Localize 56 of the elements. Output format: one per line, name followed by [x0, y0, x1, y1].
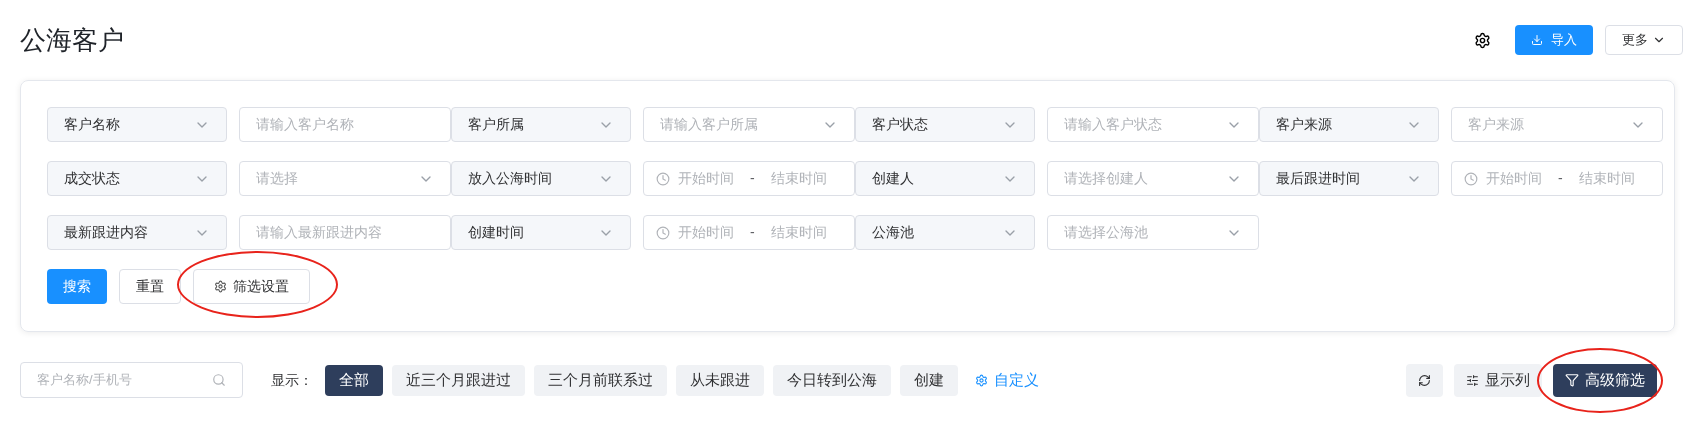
view-label: 显示： — [271, 370, 313, 390]
columns-button[interactable]: 显示列 — [1454, 363, 1542, 397]
date-range-field[interactable]: 开始时间 - 结束时间 — [643, 215, 855, 250]
clock-icon — [1464, 171, 1478, 186]
field-select[interactable]: 创建时间 — [451, 215, 631, 250]
placeholder: 请输入客户所属 — [660, 115, 758, 134]
range-separator: - — [750, 223, 755, 242]
search-icon — [212, 373, 226, 387]
field-select[interactable]: 最后跟进时间 — [1259, 161, 1439, 196]
settings-icon — [214, 280, 227, 293]
end-time: 结束时间 — [1578, 169, 1635, 188]
date-range-field[interactable]: 开始时间 - 结束时间 — [643, 161, 855, 196]
field-select[interactable]: 创建人 — [855, 161, 1035, 196]
start-time: 开始时间 — [678, 223, 734, 242]
settings-icon[interactable] — [1474, 31, 1491, 49]
field-select[interactable]: 客户状态 — [855, 107, 1035, 142]
view-tab[interactable]: 今日转到公海 — [773, 364, 891, 396]
download-icon — [1531, 34, 1543, 46]
placeholder: 客户来源 — [1468, 115, 1524, 134]
more-button[interactable]: 更多 — [1605, 25, 1683, 55]
placeholder: 请输入客户状态 — [1064, 115, 1162, 134]
page-title: 公海客户 — [20, 23, 124, 57]
end-time: 结束时间 — [770, 223, 827, 242]
placeholder: 请选择公海池 — [1064, 223, 1148, 242]
refresh-button[interactable] — [1406, 363, 1443, 397]
field-select[interactable]: 最新跟进内容 — [47, 215, 227, 250]
clock-icon — [656, 171, 670, 186]
view-tab[interactable]: 创建 — [900, 364, 958, 396]
filter-settings-button[interactable]: 筛选设置 — [193, 269, 310, 304]
field-select[interactable]: 客户所属 — [451, 107, 631, 142]
placeholder: 请输入最新跟进内容 — [256, 223, 382, 242]
clock-icon — [656, 225, 670, 240]
placeholder: 请输入客户名称 — [256, 115, 354, 134]
view-tab[interactable]: 全部 — [325, 364, 383, 396]
end-time: 结束时间 — [770, 169, 827, 188]
field-select[interactable]: 放入公海时间 — [451, 161, 631, 196]
view-tab[interactable]: 近三个月跟进过 — [392, 364, 525, 396]
placeholder: 请选择创建人 — [1064, 169, 1148, 188]
view-tab[interactable]: 从未跟进 — [676, 364, 764, 396]
reset-button[interactable]: 重置 — [119, 269, 181, 304]
field-select[interactable]: 客户来源 — [1259, 107, 1439, 142]
date-range-field[interactable]: 开始时间 - 结束时间 — [1451, 161, 1663, 196]
start-time: 开始时间 — [1486, 169, 1542, 188]
field-select[interactable]: 成交状态 — [47, 161, 227, 196]
view-tab[interactable]: 三个月前联系过 — [534, 364, 667, 396]
sliders-icon — [1466, 373, 1479, 387]
field-select[interactable]: 公海池 — [855, 215, 1035, 250]
settings-icon — [975, 373, 988, 387]
range-separator: - — [750, 169, 755, 188]
filter-icon — [1565, 373, 1579, 387]
start-time: 开始时间 — [678, 169, 734, 188]
field-select[interactable]: 客户名称 — [47, 107, 227, 142]
advanced-filter-button[interactable]: 高级筛选 — [1553, 363, 1657, 397]
refresh-icon — [1418, 373, 1431, 387]
placeholder: 请选择 — [256, 169, 298, 188]
range-separator: - — [1558, 169, 1563, 188]
